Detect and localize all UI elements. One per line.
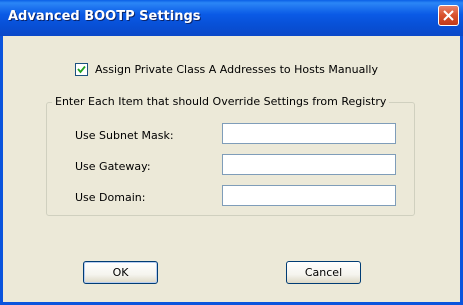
domain-label: Use Domain:: [75, 191, 146, 204]
title-bar[interactable]: Advanced BOOTP Settings: [0, 0, 463, 36]
subnet-mask-input[interactable]: [222, 123, 396, 144]
assign-private-addresses-label[interactable]: Assign Private Class A Addresses to Host…: [95, 63, 378, 77]
checkmark-icon: [77, 65, 86, 74]
close-icon: [443, 10, 454, 21]
window-title: Advanced BOOTP Settings: [8, 9, 201, 24]
window-frame-left: [0, 36, 3, 305]
close-button[interactable]: [438, 5, 459, 26]
gateway-label: Use Gateway:: [75, 160, 151, 173]
gateway-input[interactable]: [222, 154, 396, 175]
ok-button[interactable]: OK: [83, 261, 158, 284]
advanced-bootp-dialog: Advanced BOOTP Settings Assign Private C…: [0, 0, 463, 305]
override-settings-group-label: Enter Each Item that should Override Set…: [52, 95, 390, 109]
domain-input[interactable]: [222, 185, 396, 206]
cancel-button[interactable]: Cancel: [286, 261, 361, 284]
subnet-mask-label: Use Subnet Mask:: [75, 129, 174, 142]
assign-private-addresses-checkbox[interactable]: [75, 63, 88, 76]
